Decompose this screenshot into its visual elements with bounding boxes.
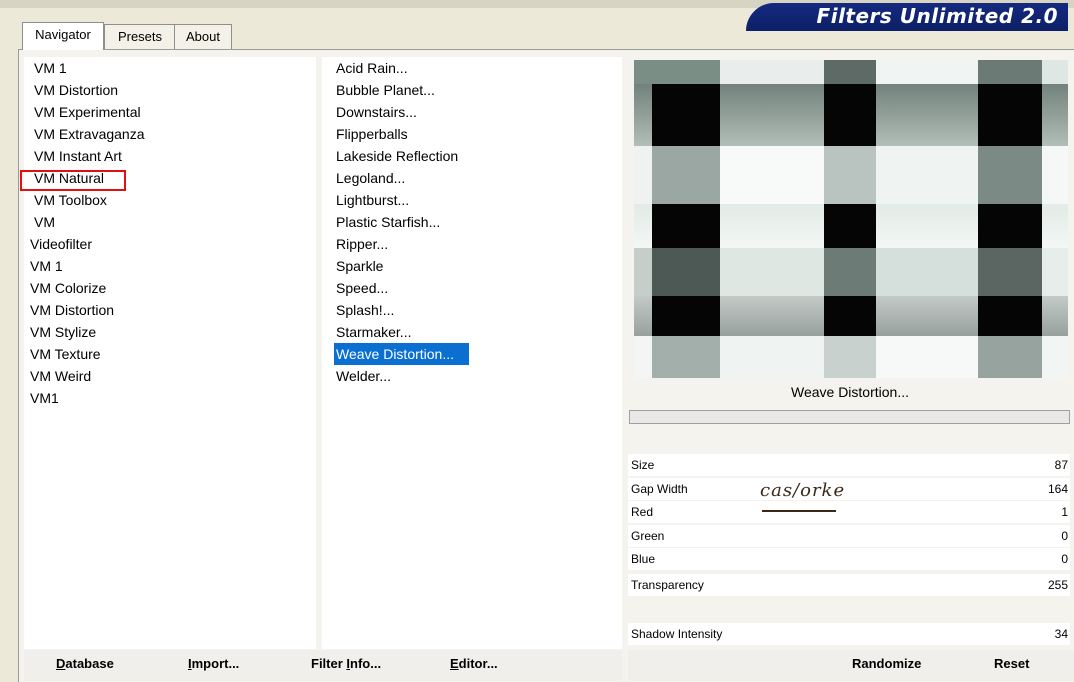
param-label: Shadow Intensity	[631, 627, 723, 641]
reset-button[interactable]: Reset	[994, 656, 1029, 671]
category-item[interactable]: VM 1	[24, 57, 316, 79]
tab-about[interactable]: About	[174, 24, 232, 49]
param-green[interactable]: Green 0	[628, 525, 1070, 547]
app-logo: Filters Unlimited 2.0	[746, 3, 1068, 31]
tab-navigator[interactable]: Navigator	[22, 22, 104, 50]
filter-item[interactable]: Lightburst...	[322, 189, 622, 211]
category-item[interactable]: VM	[24, 211, 316, 233]
param-blue[interactable]: Blue 0	[628, 548, 1070, 570]
filter-item[interactable]: Downstairs...	[322, 101, 622, 123]
button-label: Filter	[311, 656, 347, 671]
filter-item[interactable]: Ripper...	[322, 233, 622, 255]
param-label: Green	[631, 529, 665, 543]
current-filter-name: Weave Distortion...	[790, 384, 909, 400]
filter-item[interactable]: Splash!...	[322, 299, 622, 321]
category-item[interactable]: VM Colorize	[24, 277, 316, 299]
category-item[interactable]: VM Stylize	[24, 321, 316, 343]
param-value: 0	[1061, 552, 1068, 566]
category-item[interactable]: Videofilter	[24, 233, 316, 255]
filter-item[interactable]: Bubble Planet...	[322, 79, 622, 101]
filter-item[interactable]: Legoland...	[322, 167, 622, 189]
param-label: Blue	[631, 552, 656, 566]
category-item[interactable]: VM Toolbox	[24, 189, 316, 211]
preview-band	[634, 336, 1068, 378]
param-label: Size	[631, 458, 655, 472]
param-label: Transparency	[631, 578, 704, 592]
filter-item[interactable]: Starmaker...	[322, 321, 622, 343]
param-shadow-intensity[interactable]: Shadow Intensity 34	[628, 623, 1070, 645]
logo-text: Filters Unlimited 2.0	[816, 4, 1058, 28]
selection-highlight-box	[20, 170, 126, 191]
preview-image	[634, 60, 1068, 378]
button-label: ditor...	[458, 656, 498, 671]
filter-item[interactable]: Flipperballs	[322, 123, 622, 145]
param-red[interactable]: Red 1	[628, 501, 1070, 523]
param-value: 1	[1061, 505, 1068, 519]
button-label: atabase	[65, 656, 114, 671]
param-label: Red	[631, 505, 654, 519]
category-item[interactable]: VM Instant Art	[24, 145, 316, 167]
editor-button[interactable]: Editor...	[450, 656, 498, 671]
param-size[interactable]: Size 87	[628, 454, 1070, 476]
param-transparency[interactable]: Transparency 255	[628, 574, 1070, 596]
access-key: E	[450, 656, 459, 671]
filter-item[interactable]: Speed...	[322, 277, 622, 299]
param-label: Gap Width	[631, 482, 688, 496]
preview-band	[634, 146, 1068, 204]
import-button[interactable]: Import...	[188, 656, 239, 671]
param-value: 34	[1054, 627, 1068, 641]
category-item[interactable]: VM Weird	[24, 365, 316, 387]
param-value: 164	[1047, 482, 1068, 496]
watermark-underline	[762, 510, 836, 512]
filter-item-selected[interactable]: Weave Distortion...	[334, 343, 469, 365]
filter-item[interactable]: Acid Rain...	[322, 57, 622, 79]
database-button[interactable]: Database	[56, 656, 114, 671]
param-value: 87	[1054, 458, 1068, 472]
category-item[interactable]: VM1	[24, 387, 316, 409]
category-item[interactable]: VM Experimental	[24, 101, 316, 123]
randomize-button[interactable]: Randomize	[852, 656, 921, 671]
progress-bar	[629, 410, 1070, 424]
preview-band	[634, 248, 1068, 296]
category-item[interactable]: VM Distortion	[24, 299, 316, 321]
category-item[interactable]: VM 1	[24, 255, 316, 277]
filter-item[interactable]: Lakeside Reflection	[322, 145, 622, 167]
filter-item[interactable]: Sparkle	[322, 255, 622, 277]
param-value: 255	[1047, 578, 1068, 592]
category-list[interactable]: VM 1 VM Distortion VM Experimental VM Ex…	[24, 57, 316, 649]
parameter-panel: Size 87 Gap Width 164 Red 1 Green 0 Blue 0 Tr…	[628, 454, 1070, 654]
param-value: 0	[1061, 529, 1068, 543]
watermark-signature: cas/orke	[760, 480, 846, 501]
preview-band	[634, 60, 1068, 84]
filter-info-button[interactable]: Filter Info...	[311, 656, 381, 671]
tab-presets[interactable]: Presets	[104, 24, 176, 49]
filter-list[interactable]: Acid Rain... Bubble Planet... Downstairs…	[322, 57, 622, 649]
access-key: D	[56, 656, 66, 671]
category-item[interactable]: VM Distortion	[24, 79, 316, 101]
category-item[interactable]: VM Texture	[24, 343, 316, 365]
button-label: mport...	[191, 656, 240, 671]
category-item[interactable]: VM Extravaganza	[24, 123, 316, 145]
filter-item[interactable]: Welder...	[322, 365, 622, 387]
filter-item[interactable]: Plastic Starfish...	[322, 211, 622, 233]
button-label: nfo...	[350, 656, 382, 671]
param-gap-width[interactable]: Gap Width 164	[628, 478, 1070, 500]
